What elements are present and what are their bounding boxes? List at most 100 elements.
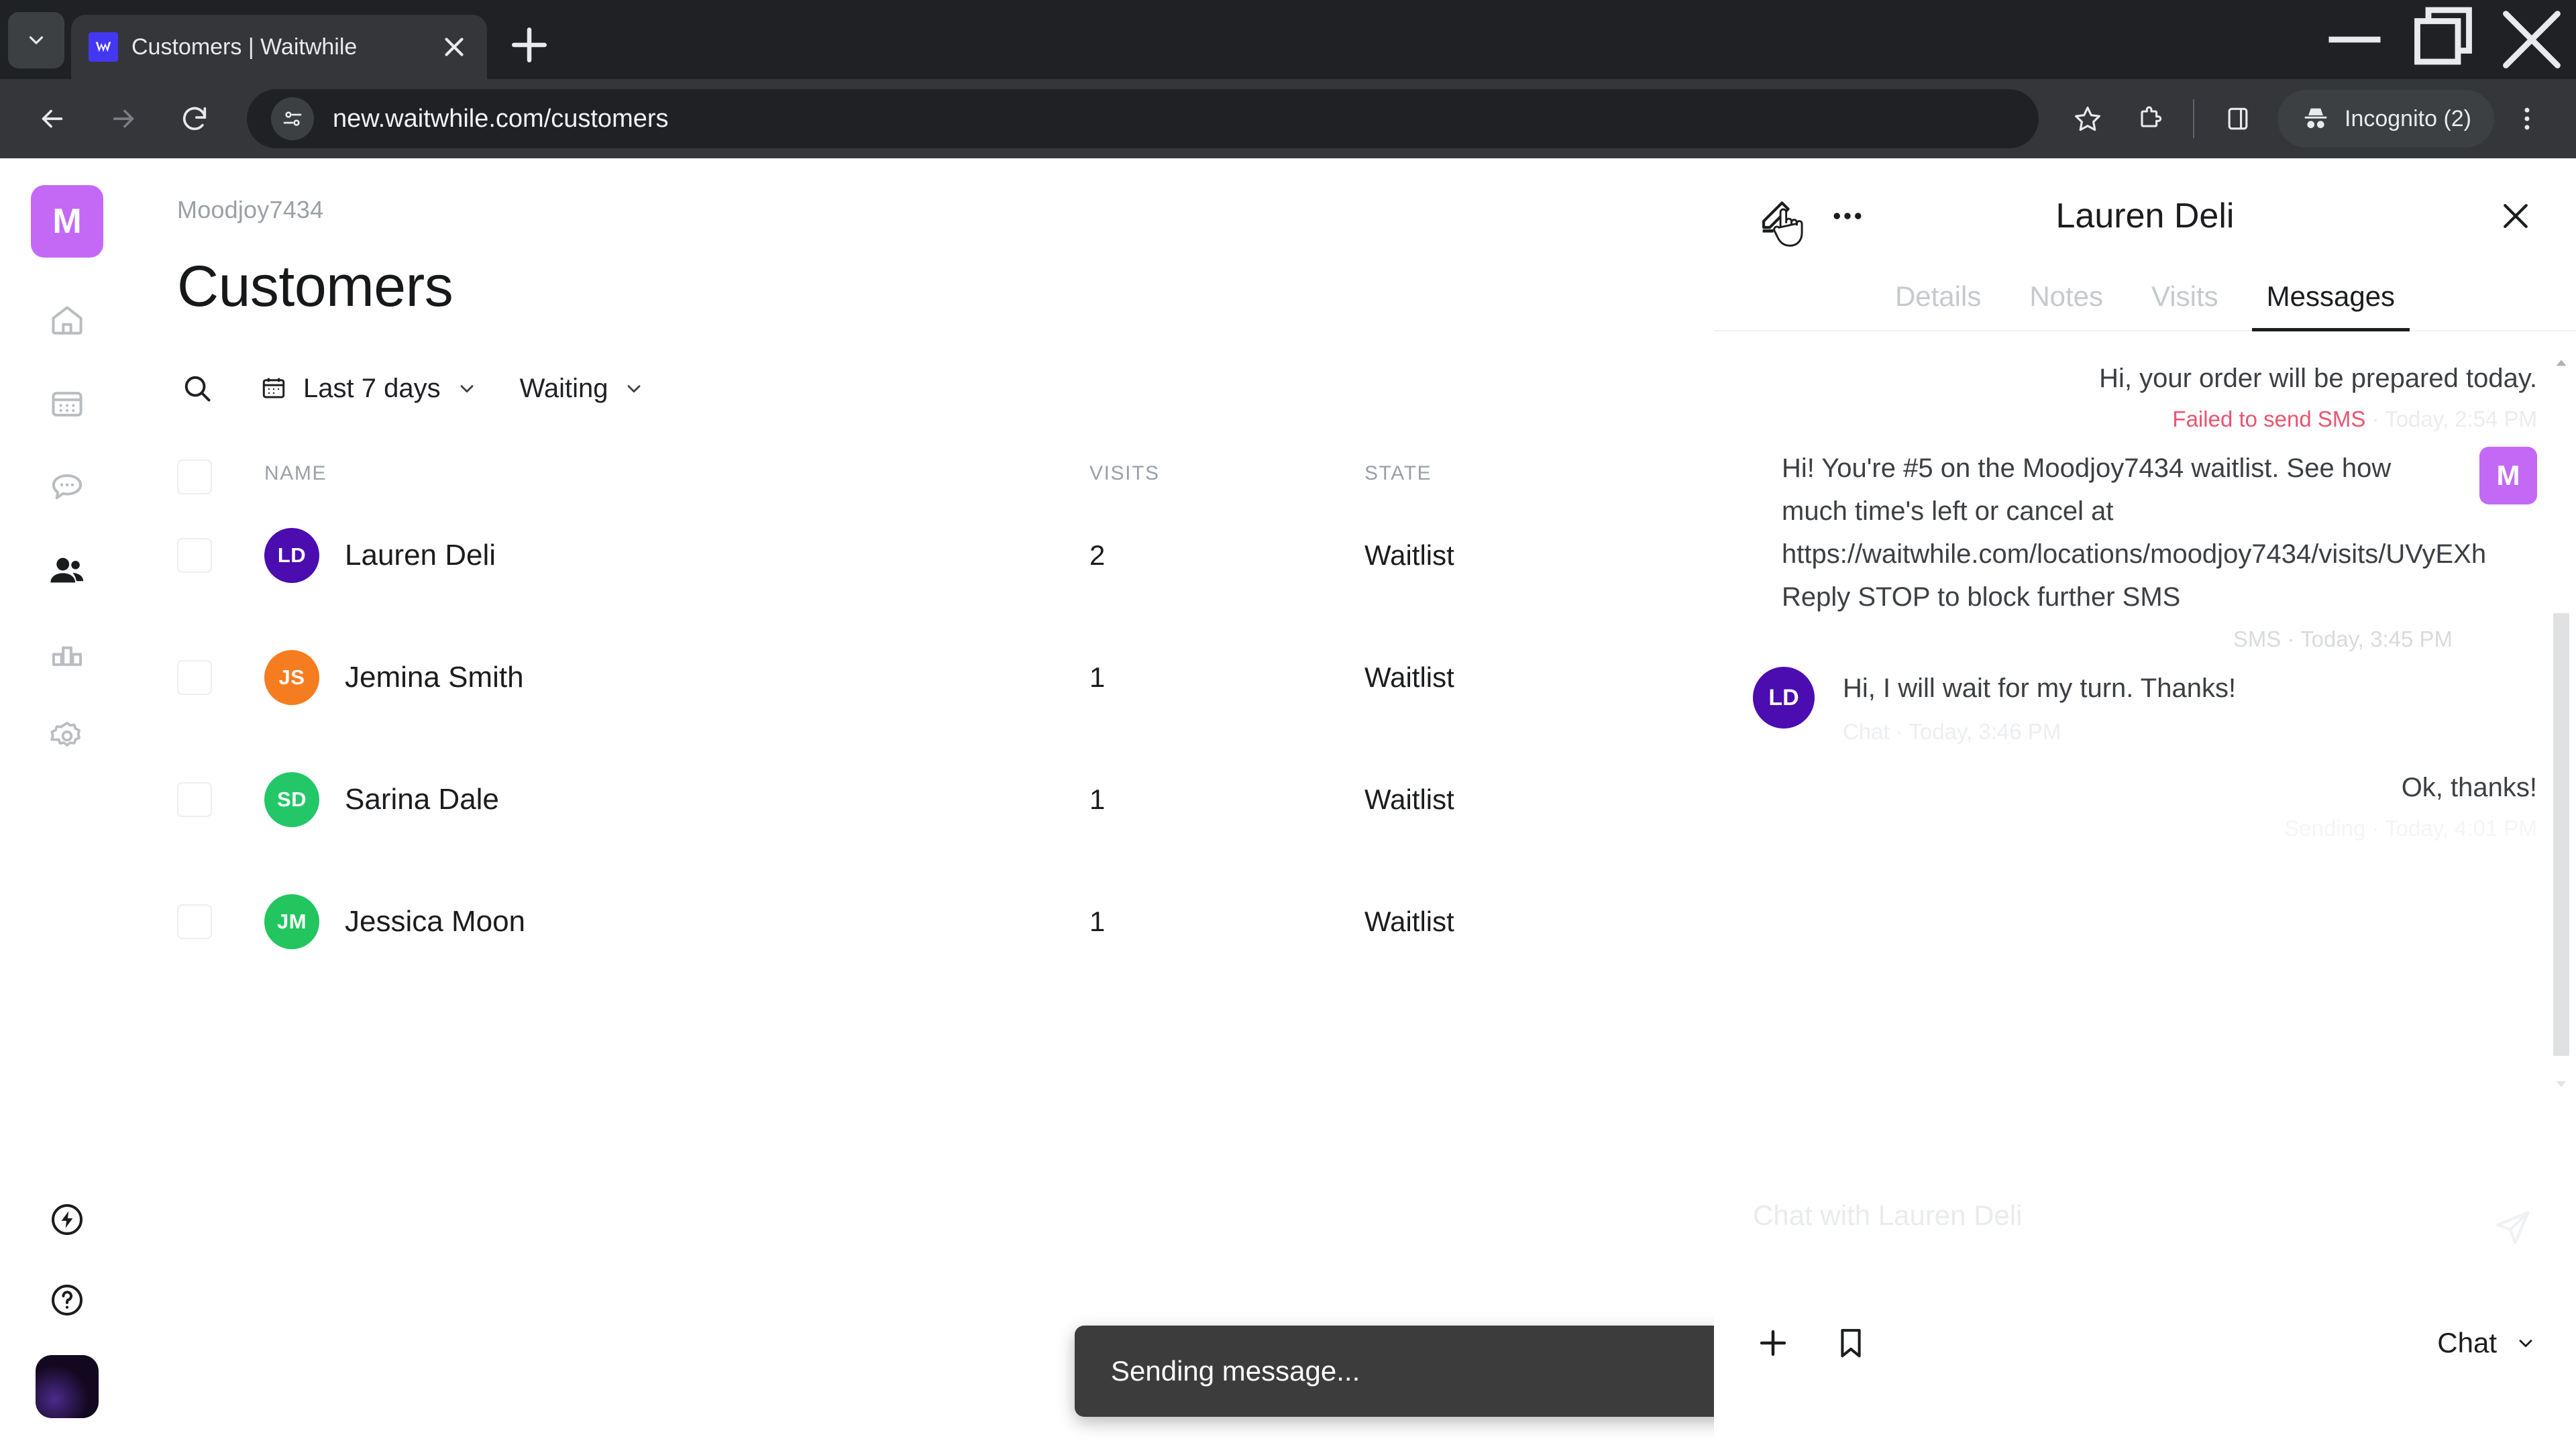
profile-button[interactable]: Incognito (2)	[2277, 90, 2494, 148]
message-body: Hi! You're #5 on the Moodjoy7434 waitlis…	[1782, 447, 2486, 652]
message-time: Today, 2:54 PM	[2385, 407, 2537, 431]
page-viewport: M Moodjoy7434 Customers Last 7 days Wait…	[0, 158, 2576, 1449]
tab-notes[interactable]: Notes	[2005, 274, 2127, 330]
message-item: Hi, your order will be prepared today. F…	[1753, 358, 2537, 432]
window-maximize-button[interactable]	[2399, 0, 2487, 79]
browser-menu-button[interactable]	[2498, 90, 2556, 148]
date-range-filter[interactable]: Last 7 days	[259, 374, 478, 404]
plus-icon	[1760, 1330, 1786, 1356]
column-header-visits[interactable]: VISITS	[1089, 462, 1364, 492]
tab-messages[interactable]: Messages	[2243, 274, 2419, 331]
sidebar-item-customers[interactable]	[42, 545, 93, 596]
browser-tab[interactable]: Customers | Waitwhile	[71, 15, 487, 79]
sidebar-item-home[interactable]	[42, 295, 93, 346]
message-meta: Sending · Today, 4:01 PM	[2284, 816, 2537, 841]
window-close-button[interactable]	[2487, 0, 2576, 79]
tab-visits[interactable]: Visits	[2127, 274, 2243, 330]
scroll-down-arrow[interactable]	[2551, 1073, 2572, 1095]
add-attachment-button[interactable]	[1753, 1323, 1793, 1363]
panel-more-button[interactable]	[1825, 194, 1870, 238]
message-time: Today, 3:46 PM	[1909, 719, 2061, 744]
reload-icon	[182, 107, 207, 130]
extensions-button[interactable]	[2121, 90, 2178, 148]
message-status: Chat	[1843, 719, 1890, 744]
user-avatar[interactable]	[36, 1355, 99, 1418]
chevron-up-icon	[2556, 360, 2567, 366]
workspace-logo[interactable]: M	[31, 185, 103, 258]
message-status: Sending	[2284, 816, 2366, 841]
cell-state: Waitlist	[1364, 661, 1454, 693]
new-tab-button[interactable]	[503, 19, 555, 71]
sidebar-item-calendar[interactable]	[42, 378, 93, 429]
cell-visits: 1	[1089, 784, 1106, 815]
table-row[interactable]: SD Sarina Dale 1 Waitlist	[177, 739, 1673, 861]
edit-customer-button[interactable]	[1753, 194, 1803, 247]
tab-details[interactable]: Details	[1871, 274, 2005, 330]
table-row[interactable]: JS Jemina Smith 1 Waitlist	[177, 616, 1673, 739]
forward-button[interactable]	[91, 87, 156, 151]
hand-pointer-cursor	[1773, 208, 1803, 247]
scrollbar-thumb[interactable]	[2553, 613, 2569, 1056]
reload-button[interactable]	[162, 87, 227, 151]
sidebar-item-whats-new[interactable]	[42, 1194, 93, 1245]
status-filter[interactable]: Waiting	[520, 374, 646, 404]
saved-replies-button[interactable]	[1831, 1323, 1871, 1363]
table-row[interactable]: JM Jessica Moon 1 Waitlist	[177, 861, 1673, 983]
avatar: LD	[1753, 667, 1815, 729]
message-input[interactable]: Chat with Lauren Deli	[1753, 1169, 2537, 1323]
cell-state: Waitlist	[1364, 906, 1454, 937]
column-header-state[interactable]: STATE	[1364, 462, 1673, 492]
bookmark-icon	[1841, 1329, 1861, 1358]
breadcrumb[interactable]: Moodjoy7434	[177, 196, 1714, 224]
url-text: new.waitwhile.com/customers	[333, 104, 669, 133]
cell-state: Waitlist	[1364, 539, 1454, 571]
toast-message: Sending message...	[1111, 1355, 1360, 1387]
message-text: Ok, thanks!	[2401, 773, 2537, 802]
filter-bar: Last 7 days Waiting	[177, 368, 1714, 409]
address-bar[interactable]: new.waitwhile.com/customers	[247, 89, 2039, 148]
checkbox	[177, 904, 212, 939]
back-button[interactable]	[20, 87, 85, 151]
message-composer: Chat with Lauren Deli Chat	[1714, 1169, 2576, 1449]
site-settings-icon[interactable]	[271, 97, 314, 140]
row-checkbox[interactable]	[177, 660, 264, 695]
tab-search-button[interactable]	[8, 12, 64, 68]
sidebar-item-settings[interactable]	[42, 711, 93, 762]
sidebar-item-analytics[interactable]	[42, 628, 93, 679]
send-message-button[interactable]	[2493, 1208, 2534, 1249]
panel-header: Lauren Deli	[1714, 158, 2576, 274]
window-minimize-button[interactable]	[2310, 0, 2399, 79]
row-checkbox[interactable]	[177, 904, 264, 939]
home-icon	[52, 306, 83, 335]
scroll-up-arrow[interactable]	[2551, 352, 2572, 374]
tab-close-button[interactable]	[439, 32, 470, 62]
sidebar-item-help[interactable]	[42, 1275, 93, 1326]
panel-tabs: Details Notes Visits Messages	[1714, 274, 2576, 331]
page-title: Customers	[177, 254, 453, 319]
avatar: SD	[264, 772, 319, 827]
customer-name: Jemina Smith	[345, 661, 524, 694]
message-meta: SMS · Today, 3:45 PM	[1782, 627, 2453, 652]
row-checkbox[interactable]	[177, 538, 264, 573]
table-header-row: NAME VISITS STATE	[177, 460, 1673, 494]
cell-visits: 1	[1089, 906, 1106, 937]
message-meta: Chat · Today, 3:46 PM	[1843, 719, 2236, 745]
close-icon	[445, 38, 464, 56]
table-row[interactable]: LD Lauren Deli 2 Waitlist	[177, 494, 1673, 616]
toast-notification: Sending message...	[1075, 1326, 1767, 1417]
message-channel-selector[interactable]: Chat	[2437, 1327, 2537, 1359]
thread-scrollbar[interactable]	[2551, 331, 2572, 1169]
search-button[interactable]	[177, 368, 217, 409]
panel-close-button[interactable]	[2494, 195, 2537, 237]
select-all-checkbox[interactable]	[177, 460, 264, 494]
app-sidebar: M	[0, 158, 134, 1449]
row-checkbox[interactable]	[177, 782, 264, 817]
bookmark-star-button[interactable]	[2059, 90, 2116, 148]
message-item: LD Hi, I will wait for my turn. Thanks! …	[1753, 667, 2537, 745]
side-panel-button[interactable]	[2209, 90, 2267, 148]
sidebar-item-messages[interactable]	[42, 462, 93, 513]
chevron-down-icon	[29, 36, 44, 44]
meta-separator: ·	[2371, 407, 2379, 431]
message-thread: Hi, your order will be prepared today. F…	[1714, 331, 2576, 1169]
column-header-name[interactable]: NAME	[264, 462, 1089, 492]
